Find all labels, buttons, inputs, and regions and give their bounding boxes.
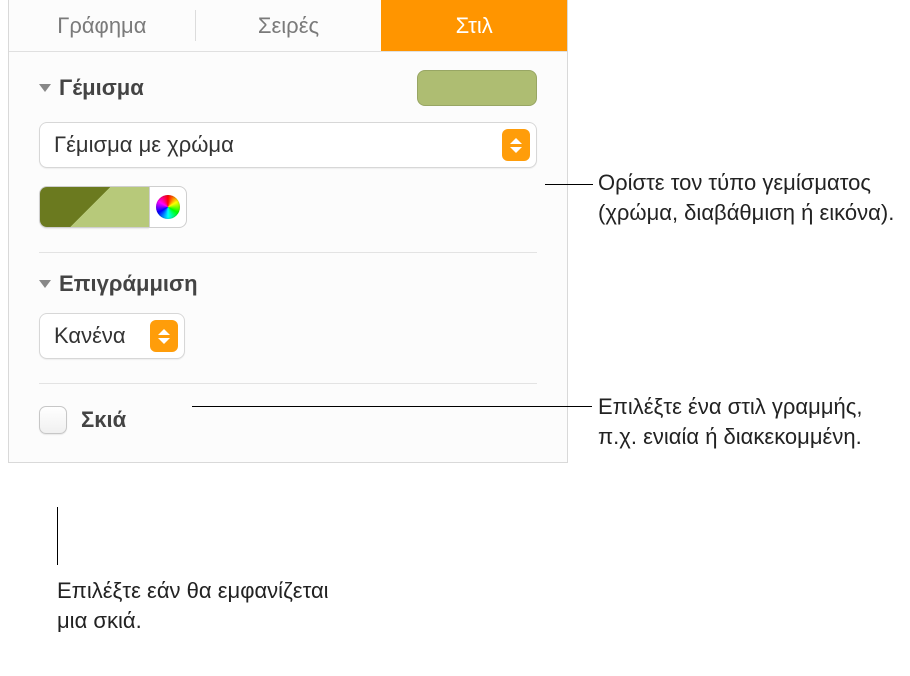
select-value: Γέμισμα με χρώμα <box>54 132 502 158</box>
callout-shadow: Επιλέξτε εάν θα εμφανίζεται μια σκιά. <box>57 576 357 635</box>
chevron-down-icon <box>39 84 51 92</box>
callout-line <box>192 406 592 407</box>
callout-line <box>57 507 58 565</box>
updown-stepper-icon <box>150 320 178 352</box>
shadow-checkbox[interactable] <box>39 406 67 434</box>
fill-color-row <box>39 186 537 228</box>
tab-label: Σειρές <box>258 13 319 39</box>
fill-color-well[interactable] <box>39 186 149 228</box>
color-picker-button[interactable] <box>149 186 187 228</box>
updown-stepper-icon <box>502 129 530 161</box>
fill-color-swatch[interactable] <box>417 70 537 106</box>
stroke-section: Επιγράμμιση Κανένα <box>9 253 567 384</box>
fill-title-wrap[interactable]: Γέμισμα <box>39 75 144 101</box>
stroke-title-wrap[interactable]: Επιγράμμιση <box>39 271 537 297</box>
callout-fill: Ορίστε τον τύπο γεμίσματος (χρώμα, διαβά… <box>598 168 898 227</box>
tab-series[interactable]: Σειρές <box>196 0 382 51</box>
chevron-down-icon <box>39 280 51 288</box>
tab-label: Στιλ <box>456 13 493 39</box>
fill-type-select[interactable]: Γέμισμα με χρώμα <box>39 122 537 168</box>
tab-bar: Γράφημα Σειρές Στιλ <box>9 0 567 52</box>
select-value: Κανένα <box>54 323 150 349</box>
shadow-section: Σκιά <box>9 384 567 462</box>
callout-line <box>545 184 593 185</box>
stroke-style-select[interactable]: Κανένα <box>39 313 185 359</box>
shadow-label: Σκιά <box>81 407 126 433</box>
tab-style[interactable]: Στιλ <box>381 0 567 51</box>
tab-chart[interactable]: Γράφημα <box>9 0 195 51</box>
tab-label: Γράφημα <box>57 13 146 39</box>
callout-stroke: Επιλέξτε ένα στιλ γραμμής, π.χ. ενιαία ή… <box>598 392 898 451</box>
fill-section: Γέμισμα Γέμισμα με χρώμα <box>9 52 567 253</box>
inspector-panel: Γράφημα Σειρές Στιλ Γέμισμα Γέμισμα με χ… <box>8 0 568 463</box>
color-wheel-icon <box>156 195 180 219</box>
fill-title: Γέμισμα <box>59 75 144 101</box>
stroke-title: Επιγράμμιση <box>59 271 198 297</box>
fill-header: Γέμισμα <box>39 70 537 106</box>
